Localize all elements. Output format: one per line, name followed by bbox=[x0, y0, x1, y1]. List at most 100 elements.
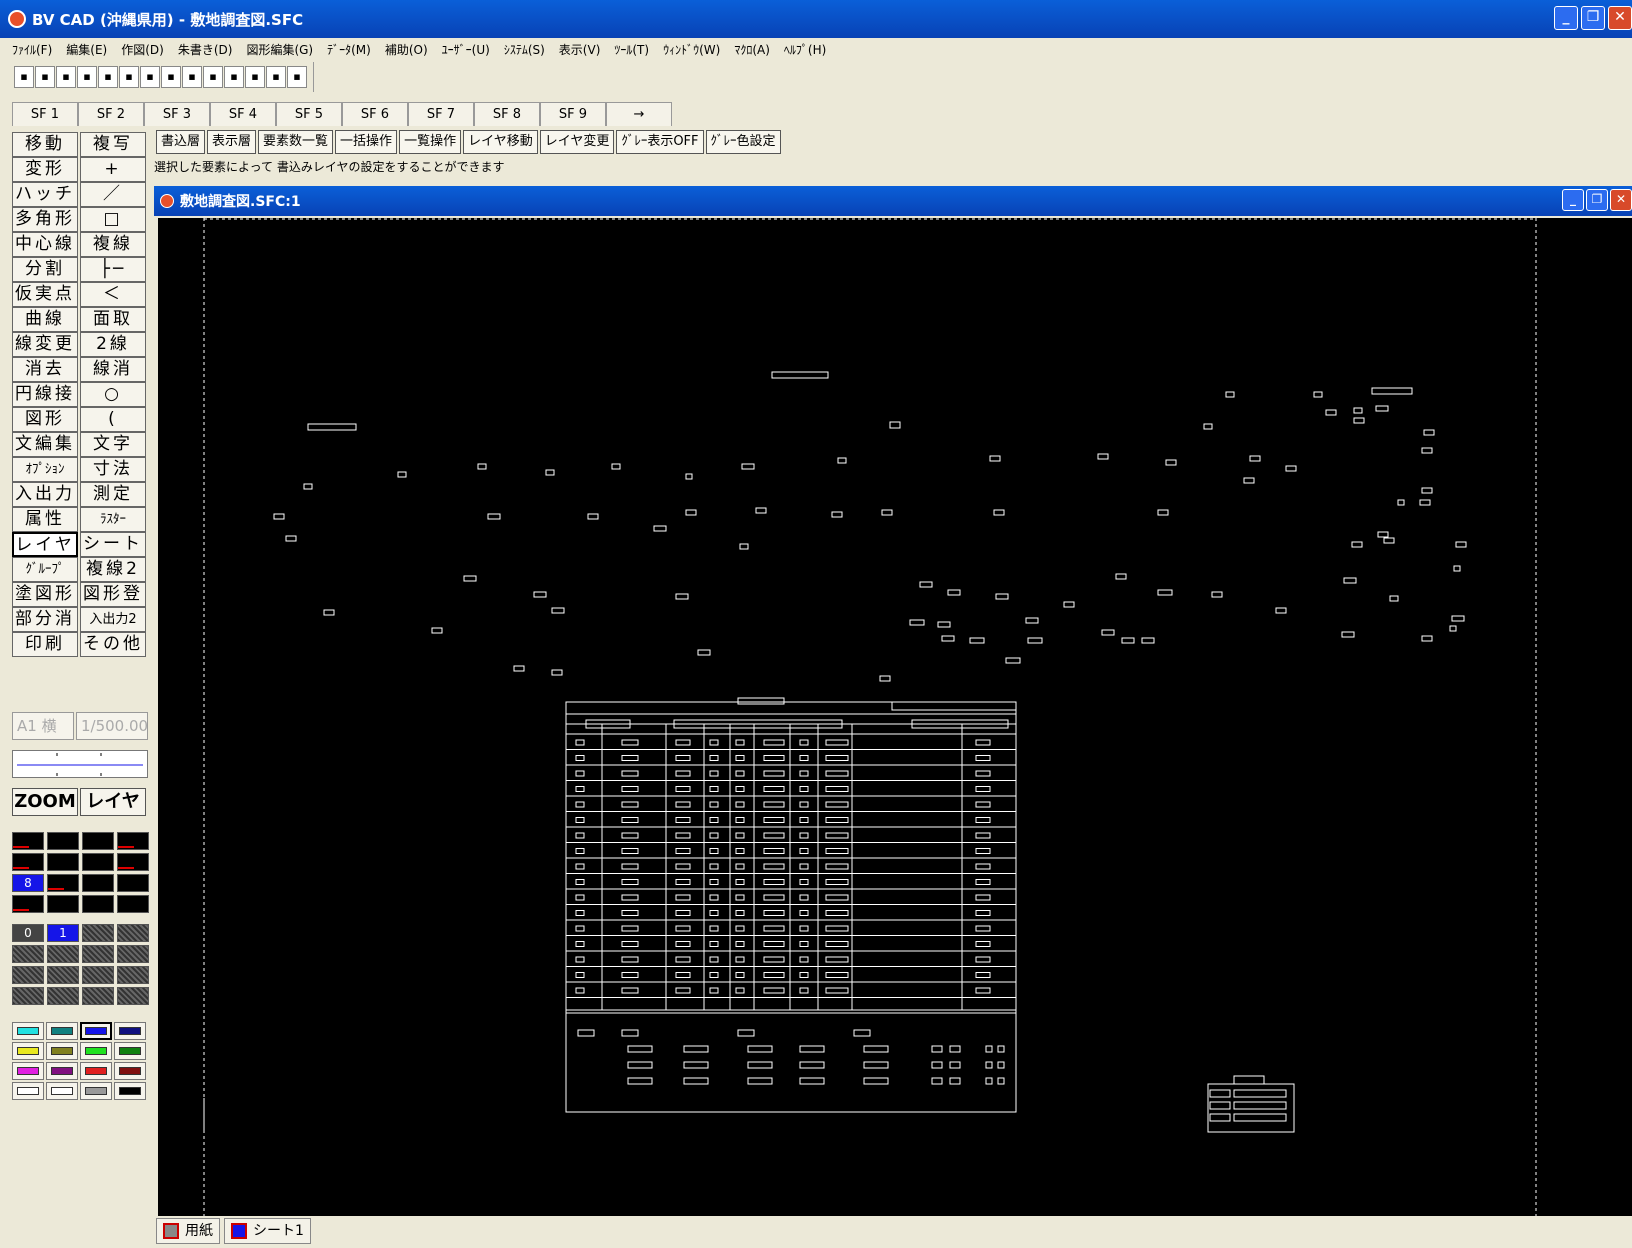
left-button-10-0[interactable]: 円線接 bbox=[12, 382, 78, 407]
left-button-17-1[interactable]: 複線2 bbox=[80, 557, 146, 582]
save2-icon[interactable]: ▪ bbox=[140, 66, 160, 88]
color-swatch-11[interactable] bbox=[114, 1062, 146, 1080]
left-button-20-0[interactable]: 印刷 bbox=[12, 632, 78, 657]
sheet-cell-2[interactable] bbox=[82, 924, 114, 942]
sheet-cell-3[interactable] bbox=[117, 924, 149, 942]
open-icon[interactable]: ▪ bbox=[14, 66, 34, 88]
menu-item-5[interactable]: ﾃﾞｰﾀ(M) bbox=[327, 41, 371, 58]
layer-button[interactable]: レイヤ bbox=[80, 788, 146, 816]
color-swatch-14[interactable] bbox=[80, 1082, 112, 1100]
layer-command-2[interactable]: 要素数一覧 bbox=[258, 130, 334, 154]
left-button-3-1[interactable]: □ bbox=[80, 207, 146, 232]
child-maximize-button[interactable]: ❐ bbox=[1586, 189, 1608, 211]
left-button-14-0[interactable]: 入出力 bbox=[12, 482, 78, 507]
left-button-10-1[interactable]: ○ bbox=[80, 382, 146, 407]
minimize-button[interactable]: _ bbox=[1554, 6, 1578, 30]
layer-cell-1[interactable] bbox=[47, 832, 79, 850]
left-button-9-1[interactable]: 線消 bbox=[80, 357, 146, 382]
save4-icon[interactable]: ▪ bbox=[245, 66, 265, 88]
sf-key-2[interactable]: SF 2 bbox=[78, 102, 144, 126]
paper-scale[interactable]: 1/500.00 bbox=[76, 712, 148, 740]
color-swatch-0[interactable] bbox=[12, 1022, 44, 1040]
sf-key-10[interactable]: → bbox=[606, 102, 672, 126]
sheet-cell-5[interactable] bbox=[47, 945, 79, 963]
left-button-9-0[interactable]: 消去 bbox=[12, 357, 78, 382]
left-button-2-1[interactable]: ／ bbox=[80, 182, 146, 207]
sheet-cell-12[interactable] bbox=[12, 987, 44, 1005]
child-close-button[interactable]: ✕ bbox=[1610, 189, 1632, 211]
left-button-11-0[interactable]: 図形 bbox=[12, 407, 78, 432]
menu-item-9[interactable]: 表示(V) bbox=[559, 41, 601, 58]
layer-command-0[interactable]: 書込層 bbox=[156, 130, 206, 154]
left-button-0-0[interactable]: 移動 bbox=[12, 132, 78, 157]
sheet-cell-10[interactable] bbox=[82, 966, 114, 984]
left-button-12-1[interactable]: 文字 bbox=[80, 432, 146, 457]
layer-command-3[interactable]: 一括操作 bbox=[335, 130, 398, 154]
left-button-14-1[interactable]: 測定 bbox=[80, 482, 146, 507]
left-button-12-0[interactable]: 文編集 bbox=[12, 432, 78, 457]
layer-command-7[interactable]: ｸﾞﾚｰ表示OFF bbox=[616, 130, 704, 154]
color-swatch-8[interactable] bbox=[12, 1062, 44, 1080]
layer-cell-15[interactable] bbox=[117, 895, 149, 913]
tab-sheet1[interactable]: シート1 bbox=[224, 1218, 311, 1244]
layer-command-4[interactable]: 一覧操作 bbox=[399, 130, 462, 154]
color-swatch-7[interactable] bbox=[114, 1042, 146, 1060]
paper-size[interactable]: A1 横 bbox=[12, 712, 74, 740]
sheet-cell-9[interactable] bbox=[47, 966, 79, 984]
menu-item-10[interactable]: ﾂｰﾙ(T) bbox=[614, 41, 649, 58]
layer-cell-4[interactable] bbox=[12, 853, 44, 871]
sheet-cell-7[interactable] bbox=[117, 945, 149, 963]
color-swatch-6[interactable] bbox=[80, 1042, 112, 1060]
menu-item-11[interactable]: ｳｨﾝﾄﾞｳ(W) bbox=[663, 41, 720, 58]
menu-item-7[interactable]: ﾕｰｻﾞｰ(U) bbox=[442, 41, 490, 58]
left-button-2-0[interactable]: ハッチ bbox=[12, 182, 78, 207]
left-button-3-0[interactable]: 多角形 bbox=[12, 207, 78, 232]
left-button-5-1[interactable]: ├─ bbox=[80, 257, 146, 282]
layer-command-6[interactable]: レイヤ変更 bbox=[539, 130, 615, 154]
color-swatch-9[interactable] bbox=[46, 1062, 78, 1080]
left-button-13-1[interactable]: 寸法 bbox=[80, 457, 146, 482]
menu-item-0[interactable]: ﾌｧｲﾙ(F) bbox=[12, 41, 52, 58]
layer-cell-2[interactable] bbox=[82, 832, 114, 850]
layer-cell-10[interactable] bbox=[82, 874, 114, 892]
left-button-16-1[interactable]: シート bbox=[80, 532, 146, 557]
menu-item-1[interactable]: 編集(E) bbox=[66, 41, 107, 58]
left-button-18-1[interactable]: 図形登 bbox=[80, 582, 146, 607]
sf-key-4[interactable]: SF 4 bbox=[210, 102, 276, 126]
drawing-canvas[interactable] bbox=[158, 218, 1632, 1216]
sheet-cell-4[interactable] bbox=[12, 945, 44, 963]
sheet-cell-0[interactable]: 0 bbox=[12, 924, 44, 942]
left-button-7-1[interactable]: 面取 bbox=[80, 307, 146, 332]
sheet-cell-15[interactable] bbox=[117, 987, 149, 1005]
left-button-0-1[interactable]: 複写 bbox=[80, 132, 146, 157]
sheet-cell-14[interactable] bbox=[82, 987, 114, 1005]
sheet-cell-1[interactable]: 1 bbox=[47, 924, 79, 942]
menu-item-12[interactable]: ﾏｸﾛ(A) bbox=[734, 41, 770, 58]
sheet-cell-6[interactable] bbox=[82, 945, 114, 963]
left-button-1-0[interactable]: 変形 bbox=[12, 157, 78, 182]
sf-key-7[interactable]: SF 7 bbox=[408, 102, 474, 126]
color-swatch-15[interactable] bbox=[114, 1082, 146, 1100]
layer-cell-3[interactable] bbox=[117, 832, 149, 850]
color-swatch-12[interactable] bbox=[12, 1082, 44, 1100]
sf-key-5[interactable]: SF 5 bbox=[276, 102, 342, 126]
menu-item-4[interactable]: 図形編集(G) bbox=[246, 41, 313, 58]
color-swatch-5[interactable] bbox=[46, 1042, 78, 1060]
copy-icon[interactable]: ▪ bbox=[77, 66, 97, 88]
color-swatch-10[interactable] bbox=[80, 1062, 112, 1080]
tab-paper[interactable]: 用紙 bbox=[156, 1218, 220, 1244]
color-swatch-13[interactable] bbox=[46, 1082, 78, 1100]
layer-cell-0[interactable] bbox=[12, 832, 44, 850]
layer-cell-9[interactable] bbox=[47, 874, 79, 892]
open4-icon[interactable]: ▪ bbox=[203, 66, 223, 88]
line-style-preview[interactable] bbox=[12, 750, 148, 778]
left-button-5-0[interactable]: 分割 bbox=[12, 257, 78, 282]
menu-item-8[interactable]: ｼｽﾃﾑ(S) bbox=[504, 41, 545, 58]
layer-command-8[interactable]: ｸﾞﾚｰ色設定 bbox=[705, 130, 781, 154]
layer-cell-14[interactable] bbox=[82, 895, 114, 913]
sf-key-9[interactable]: SF 9 bbox=[540, 102, 606, 126]
left-button-18-0[interactable]: 塗図形 bbox=[12, 582, 78, 607]
left-button-4-0[interactable]: 中心線 bbox=[12, 232, 78, 257]
sf-key-1[interactable]: SF 1 bbox=[12, 102, 78, 126]
color-swatch-3[interactable] bbox=[114, 1022, 146, 1040]
